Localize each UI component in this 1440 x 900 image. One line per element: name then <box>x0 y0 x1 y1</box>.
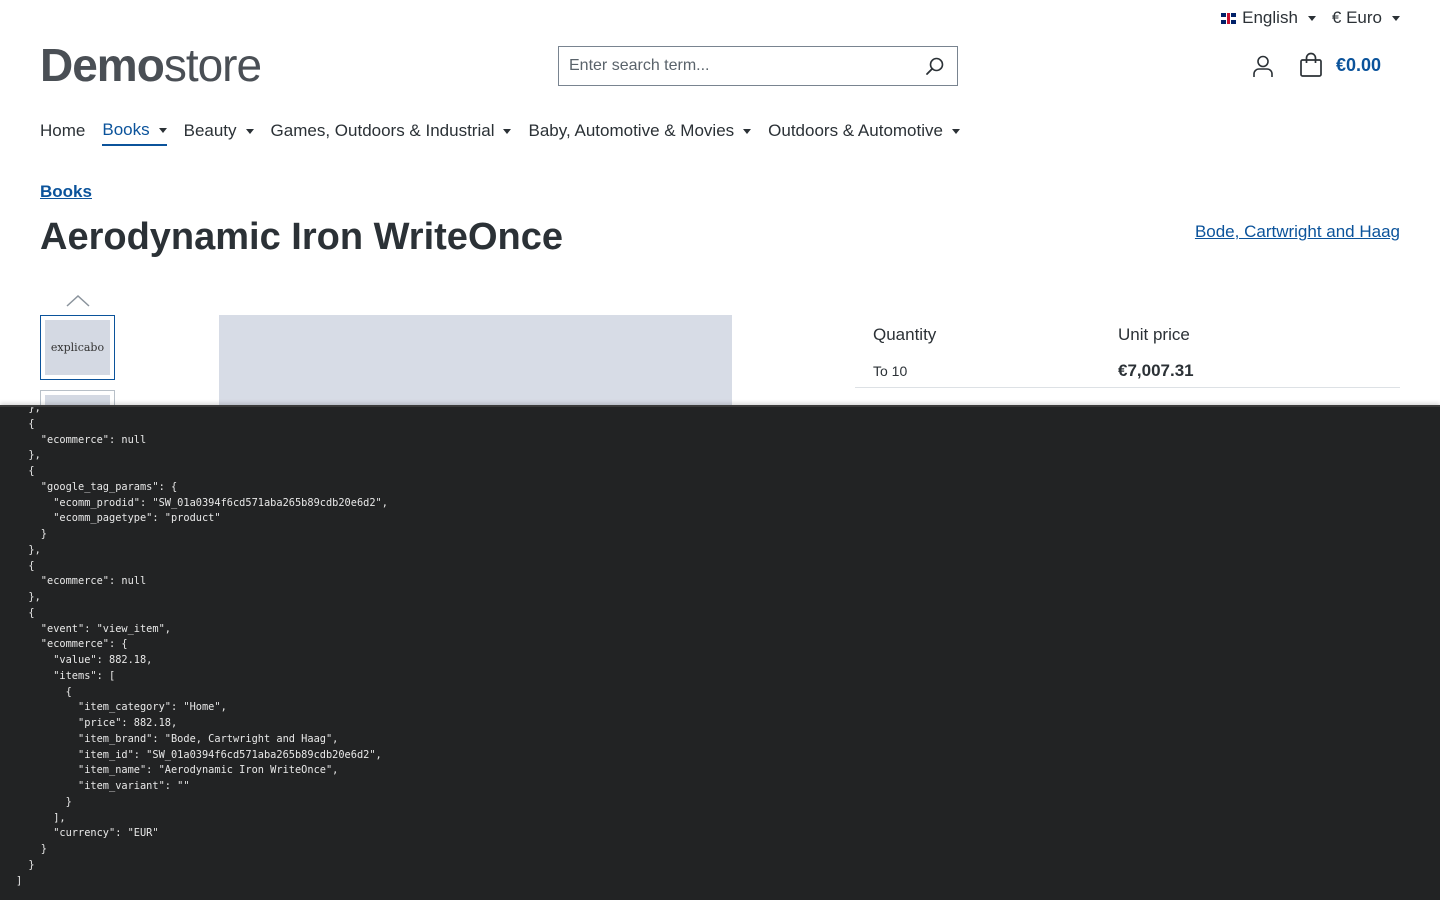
nav-label: Beauty <box>183 121 237 140</box>
breadcrumb[interactable]: Books <box>40 182 92 202</box>
thumbnail-image: explicabo <box>45 320 110 375</box>
uk-flag-icon <box>1221 12 1237 24</box>
nav-item-books[interactable]: Books <box>102 120 167 146</box>
nav-label: Games, Outdoors & Industrial <box>270 121 495 140</box>
main-navigation: Home Books Beauty Games, Outdoors & Indu… <box>40 120 960 146</box>
product-main-image[interactable] <box>219 315 732 410</box>
gallery-prev-button[interactable] <box>65 292 91 308</box>
chevron-down-icon <box>503 128 512 134</box>
search-icon <box>926 57 944 75</box>
page-title: Aerodynamic Iron WriteOnce <box>40 216 563 258</box>
chevron-down-icon <box>1307 15 1316 21</box>
nav-item-home[interactable]: Home <box>40 120 85 146</box>
top-bar: English € Euro <box>1221 8 1400 28</box>
store-logo[interactable]: Demostore <box>40 38 262 92</box>
nav-label: Home <box>40 121 86 140</box>
logo-bold: Demo <box>40 39 165 91</box>
currency-label: € Euro <box>1331 8 1382 27</box>
nav-item-games-outdoors-industrial[interactable]: Games, Outdoors & Industrial <box>271 120 512 146</box>
nav-label: Books <box>102 120 150 139</box>
nav-item-beauty[interactable]: Beauty <box>184 120 254 146</box>
quantity-cell: To 10 <box>873 363 908 379</box>
user-icon <box>1253 55 1273 77</box>
language-dropdown[interactable]: English <box>1221 8 1316 28</box>
currency-dropdown[interactable]: € Euro <box>1332 8 1400 28</box>
nav-label: Outdoors & Automotive <box>768 121 943 140</box>
price-table-header: Quantity Unit price <box>855 315 1400 355</box>
table-row: To 10 €7,007.31 <box>855 355 1400 388</box>
search-box <box>558 46 958 86</box>
nav-item-outdoors-automotive[interactable]: Outdoors & Automotive <box>768 120 960 146</box>
language-label: English <box>1242 8 1298 27</box>
gallery-thumbnail[interactable]: explicabo <box>40 315 115 380</box>
chevron-down-icon <box>951 128 960 134</box>
chevron-down-icon <box>743 128 752 134</box>
chevron-up-icon <box>66 294 90 307</box>
nav-label: Baby, Automotive & Movies <box>528 121 735 140</box>
chevron-down-icon <box>245 128 254 134</box>
logo-light: store <box>163 39 262 91</box>
account-button[interactable] <box>1251 54 1275 78</box>
nav-item-baby-automotive-movies[interactable]: Baby, Automotive & Movies <box>528 120 752 146</box>
manufacturer-link[interactable]: Bode, Cartwright and Haag <box>1195 222 1400 242</box>
chevron-down-icon <box>158 127 167 133</box>
quantity-header: Quantity <box>873 325 937 344</box>
price-table: Quantity Unit price To 10 €7,007.31 <box>855 315 1400 388</box>
cart-amount: €0.00 <box>1336 54 1382 75</box>
search-button[interactable] <box>913 47 957 85</box>
cart-button[interactable]: €0.00 <box>1298 52 1381 78</box>
datalayer-console-panel[interactable]: }, { "ecommerce": null }, { "google_tag_… <box>0 405 1440 900</box>
price-cell: €7,007.31 <box>1118 361 1194 380</box>
search-input[interactable] <box>559 47 913 85</box>
shopping-bag-icon <box>1300 52 1322 77</box>
chevron-down-icon <box>1392 15 1400 21</box>
unit-price-header: Unit price <box>1118 325 1190 344</box>
console-output: }, { "ecommerce": null }, { "google_tag_… <box>16 405 388 887</box>
